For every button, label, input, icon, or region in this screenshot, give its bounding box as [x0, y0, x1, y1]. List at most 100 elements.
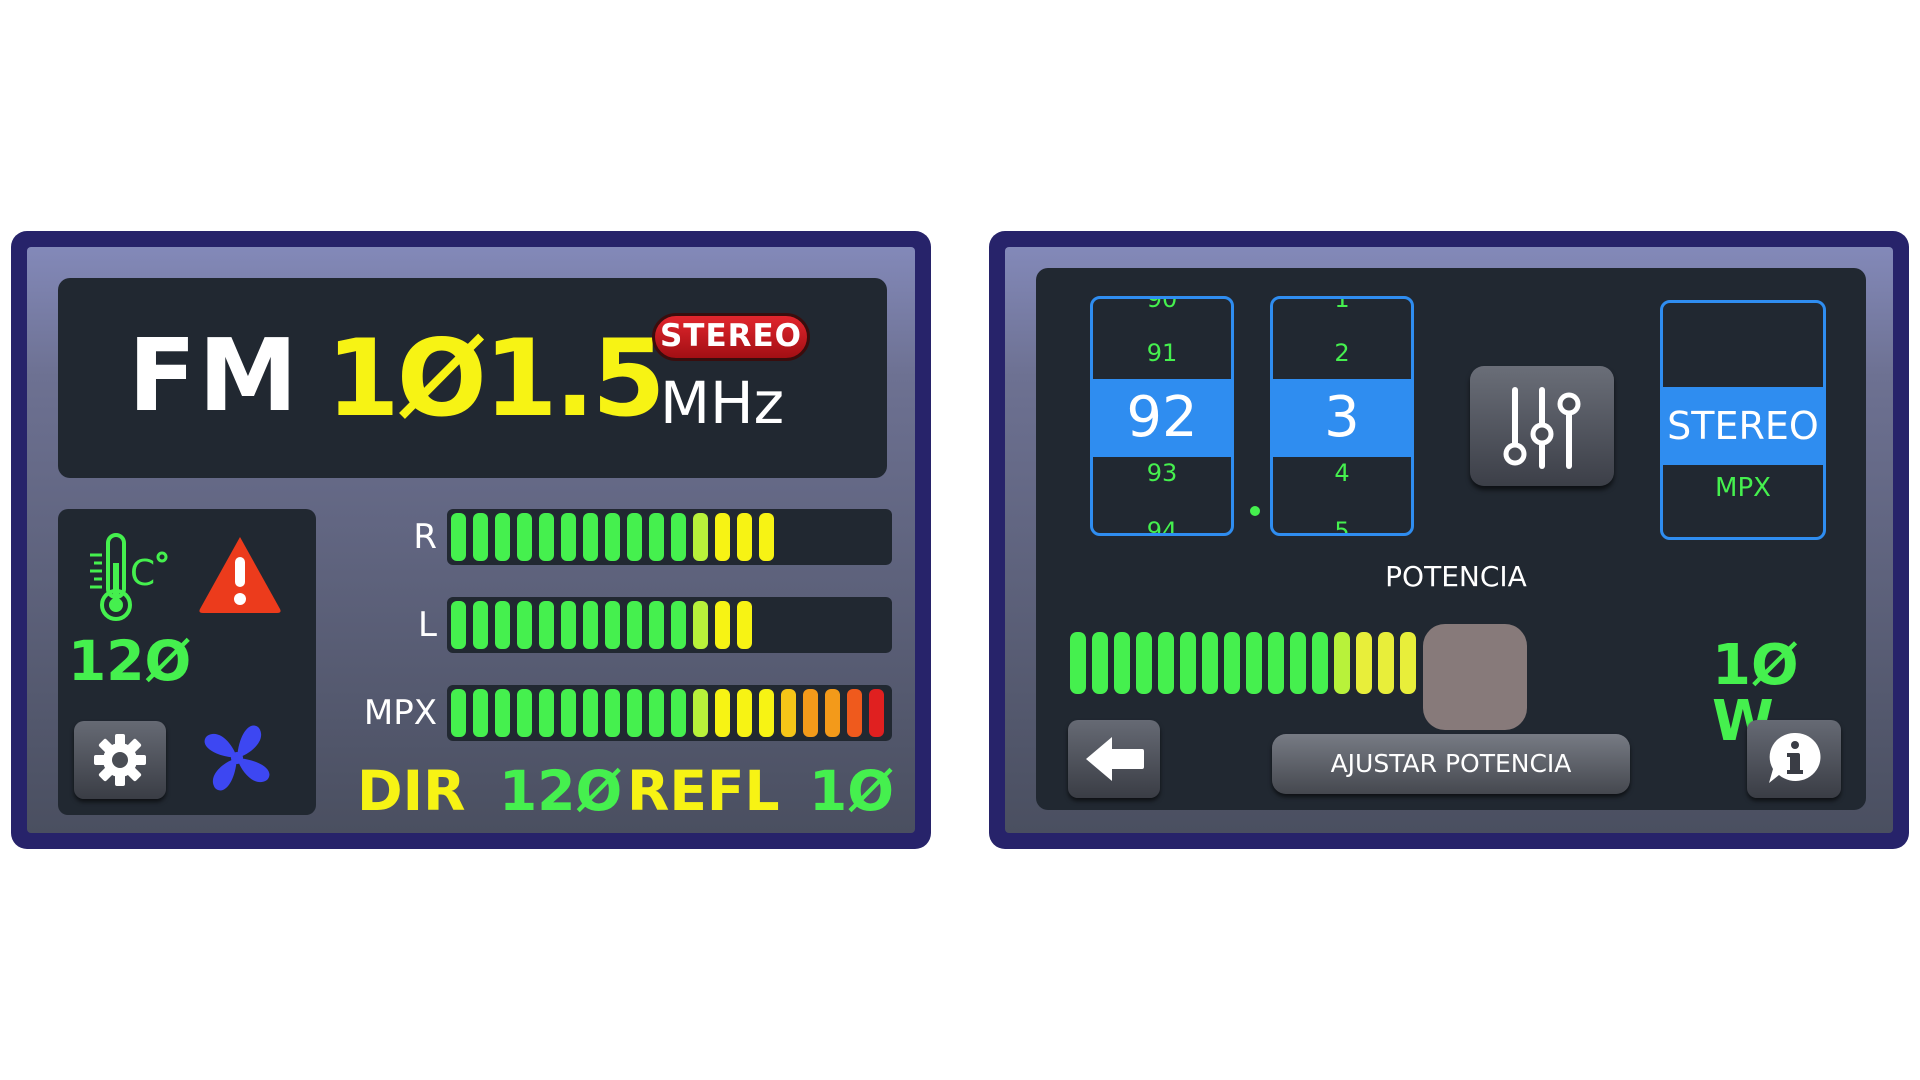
stereo-badge: STEREO	[652, 313, 810, 361]
meter-segment	[539, 601, 554, 649]
meter-segment	[517, 601, 532, 649]
equalizer-button[interactable]	[1470, 366, 1614, 486]
power-segment	[1114, 632, 1130, 694]
meter-mpx: MPX	[347, 685, 892, 741]
meter-segment	[473, 513, 488, 561]
mode-roller[interactable]: STEREO MPX	[1660, 300, 1826, 540]
meter-segment	[737, 689, 752, 737]
temperature-value: 12Ø	[68, 629, 192, 693]
warning-icon	[199, 537, 281, 613]
roller-item: 94	[1146, 517, 1178, 536]
roller-selected-item: 3	[1273, 379, 1411, 457]
meter-segment	[759, 513, 774, 561]
meter-segment	[869, 689, 884, 737]
meter-segment	[605, 601, 620, 649]
thermometer-celsius-icon: C	[90, 533, 168, 621]
meter-segment	[451, 689, 466, 737]
meter-segment	[605, 513, 620, 561]
meter-segment	[627, 513, 642, 561]
frequency-decimal-roller[interactable]: 1 2 3 4 5	[1270, 296, 1414, 536]
roller-item: 2	[1334, 339, 1350, 367]
meter-segment	[693, 601, 708, 649]
fan-icon[interactable]	[196, 717, 278, 799]
meter-segment	[847, 689, 862, 737]
meter-segment	[627, 601, 642, 649]
meter-segment	[517, 689, 532, 737]
info-button[interactable]	[1747, 720, 1841, 798]
frequency-unit: MHz	[660, 369, 785, 437]
meter-segment	[649, 689, 664, 737]
meter-segment	[671, 513, 686, 561]
power-segment	[1158, 632, 1174, 694]
meter-segment	[715, 513, 730, 561]
frequency-panel: FM 1Ø1.5 STEREO MHz	[58, 278, 887, 478]
meter-segment	[649, 601, 664, 649]
meter-mpx-track	[447, 685, 892, 741]
settings-button[interactable]	[74, 721, 166, 799]
frequency-integer-roller[interactable]: 90 91 92 93 94	[1090, 296, 1234, 536]
meter-segment	[605, 689, 620, 737]
meter-segment	[583, 601, 598, 649]
power-segment	[1092, 632, 1108, 694]
power-segment	[1334, 632, 1350, 694]
meter-segment	[451, 513, 466, 561]
roller-item: 4	[1334, 459, 1350, 487]
meter-segment	[781, 689, 796, 737]
power-slider-knob[interactable]	[1423, 624, 1527, 730]
power-segment	[1312, 632, 1328, 694]
roller-item: 90	[1146, 296, 1178, 313]
config-panel: 90 91 92 93 94 1 2 3 4 5 STEREO MPX POTE…	[1036, 268, 1866, 810]
power-segment	[1268, 632, 1284, 694]
meter-segment	[627, 689, 642, 737]
sliders-icon	[1503, 387, 1581, 469]
status-panel: C 12Ø	[58, 509, 316, 815]
config-screen: 90 91 92 93 94 1 2 3 4 5 STEREO MPX POTE…	[989, 231, 1909, 849]
refl-label: REFL	[627, 759, 780, 823]
gear-icon	[94, 734, 146, 786]
meter-segment	[473, 601, 488, 649]
decimal-point	[1250, 506, 1260, 516]
meter-l-track	[447, 597, 892, 653]
meter-segment	[539, 513, 554, 561]
meter-segment	[693, 689, 708, 737]
meter-segment	[561, 513, 576, 561]
meter-r-label: R	[413, 517, 437, 557]
main-screen-background: FM 1Ø1.5 STEREO MHz C 12Ø R L MPX DIR 12…	[27, 247, 915, 833]
meter-segment	[495, 513, 510, 561]
meter-l: L	[347, 597, 892, 653]
power-segment	[1180, 632, 1196, 694]
meter-segment	[583, 513, 598, 561]
meter-r: R	[347, 509, 892, 565]
meter-segment	[693, 513, 708, 561]
roller-item: 91	[1146, 339, 1178, 367]
roller-item: MPX	[1715, 473, 1771, 503]
power-slider[interactable]	[1070, 624, 1540, 730]
power-segment	[1290, 632, 1306, 694]
svg-text:C: C	[130, 553, 155, 594]
meter-segment	[737, 513, 752, 561]
meter-segment	[517, 513, 532, 561]
refl-value: 1Ø	[809, 759, 895, 823]
meter-segment	[495, 601, 510, 649]
arrow-left-icon	[1086, 737, 1144, 781]
meter-segment	[671, 601, 686, 649]
meter-l-label: L	[418, 605, 437, 645]
info-icon	[1769, 732, 1821, 783]
meter-segment	[825, 689, 840, 737]
meter-segment	[495, 689, 510, 737]
config-screen-background: 90 91 92 93 94 1 2 3 4 5 STEREO MPX POTE…	[1005, 247, 1893, 833]
meter-r-track	[447, 509, 892, 565]
power-segment	[1356, 632, 1372, 694]
meter-segment	[715, 601, 730, 649]
adjust-power-button[interactable]: AJUSTAR POTENCIA	[1272, 734, 1630, 794]
back-button[interactable]	[1068, 720, 1160, 798]
meter-segment	[649, 513, 664, 561]
meter-segment	[759, 689, 774, 737]
main-screen: FM 1Ø1.5 STEREO MHz C 12Ø R L MPX DIR 12…	[11, 231, 931, 849]
power-segment	[1400, 632, 1416, 694]
power-label: POTENCIA	[1385, 560, 1527, 593]
meter-segment	[473, 689, 488, 737]
meter-segment	[737, 601, 752, 649]
frequency-value: 1Ø1.5	[326, 317, 666, 440]
meter-segment	[561, 601, 576, 649]
